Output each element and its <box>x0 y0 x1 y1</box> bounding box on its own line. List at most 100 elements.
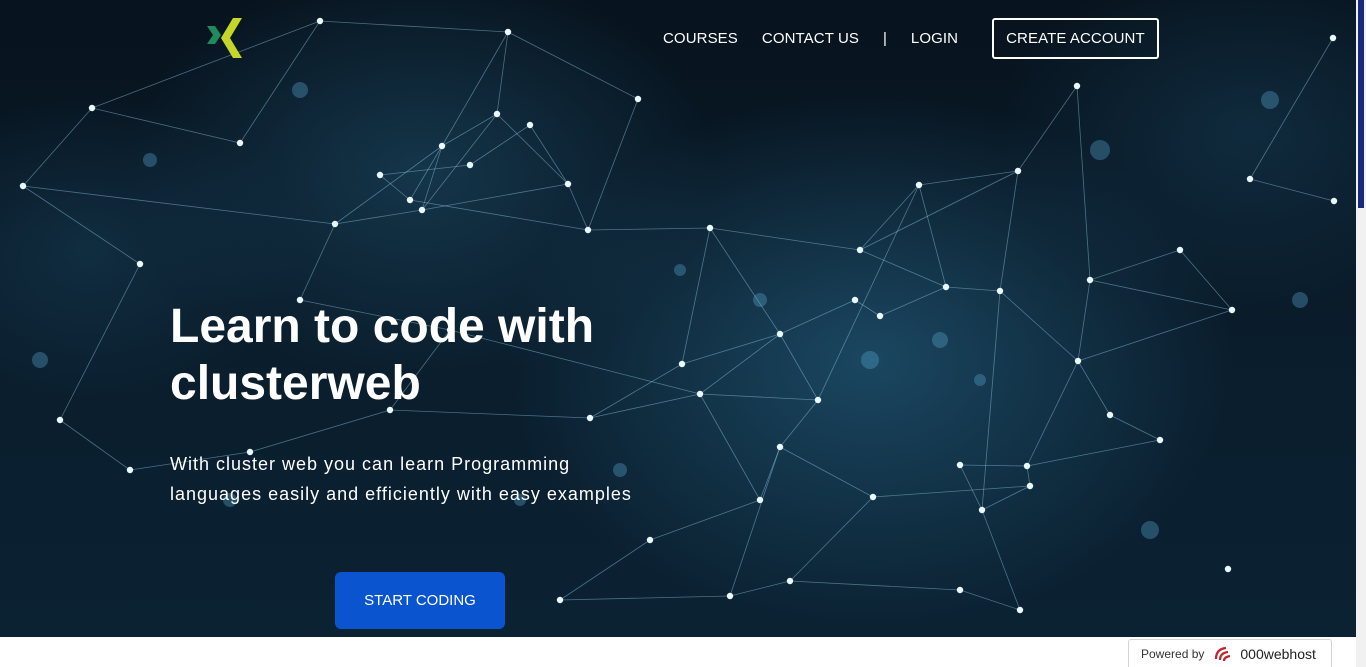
nav-login-link[interactable]: LOGIN <box>911 30 958 47</box>
network-line <box>22 107 93 187</box>
network-line <box>1089 279 1233 311</box>
nav-courses-link[interactable]: COURSES <box>663 30 738 47</box>
network-line <box>91 107 241 144</box>
network-node <box>126 466 134 474</box>
network-node <box>696 390 704 398</box>
network-node <box>1228 306 1236 314</box>
network-line <box>22 185 336 225</box>
blurred-node <box>861 351 879 369</box>
network-line <box>699 333 781 395</box>
network-node <box>1026 482 1034 490</box>
network-node <box>56 416 64 424</box>
scrollbar-thumb[interactable] <box>1358 0 1364 208</box>
network-node <box>1074 357 1082 365</box>
hero-headline: Learn to code with clusterweb <box>170 300 595 410</box>
network-line <box>789 496 874 582</box>
network-line <box>379 164 471 176</box>
network-node <box>376 171 384 179</box>
network-node <box>726 592 734 600</box>
powered-by-badge[interactable]: Powered by 000webhost <box>1128 639 1332 667</box>
network-line <box>918 184 947 288</box>
network-node <box>851 296 859 304</box>
network-line <box>945 286 1001 292</box>
network-line <box>699 393 761 501</box>
blurred-node <box>1261 91 1279 109</box>
network-line <box>1017 85 1078 172</box>
network-node <box>331 220 339 228</box>
network-line <box>496 31 509 115</box>
network-line <box>779 299 856 335</box>
network-line <box>779 399 819 448</box>
network-line <box>709 227 781 335</box>
network-line <box>441 113 498 147</box>
network-line <box>587 98 639 231</box>
network-line <box>1089 249 1181 281</box>
network-line <box>59 263 141 421</box>
network-node <box>1176 246 1184 254</box>
network-node <box>978 506 986 514</box>
nav-contact-link[interactable]: CONTACT US <box>762 30 859 47</box>
blurred-node <box>1141 521 1159 539</box>
network-node <box>856 246 864 254</box>
network-line <box>699 393 819 401</box>
nav-separator: | <box>883 29 887 47</box>
network-line <box>249 409 391 453</box>
network-node <box>526 121 534 129</box>
top-nav: COURSES CONTACT US | LOGIN CREATE ACCOUN… <box>663 17 1159 59</box>
network-line <box>859 184 920 251</box>
network-line <box>729 446 781 597</box>
powered-by-label: Powered by <box>1141 646 1205 661</box>
network-node <box>136 260 144 268</box>
network-line <box>587 227 711 231</box>
network-line <box>559 595 731 601</box>
network-line <box>729 580 791 597</box>
network-line <box>981 485 1031 511</box>
network-line <box>421 145 443 211</box>
network-node <box>564 180 572 188</box>
network-node <box>1246 175 1254 183</box>
network-line <box>999 170 1019 292</box>
network-node <box>1016 606 1024 614</box>
network-line <box>1249 37 1334 180</box>
network-node <box>1106 411 1114 419</box>
network-line <box>681 333 781 365</box>
network-line <box>1076 85 1091 281</box>
network-line <box>999 290 1079 362</box>
network-line <box>859 170 1019 251</box>
network-node <box>776 443 784 451</box>
network-node <box>776 330 784 338</box>
network-line <box>1077 279 1091 362</box>
logo-icon[interactable] <box>205 18 245 60</box>
000webhost-logo-icon <box>1215 646 1231 661</box>
network-line <box>559 539 651 601</box>
network-node <box>504 28 512 36</box>
network-line <box>59 419 131 471</box>
network-line <box>567 183 589 231</box>
start-coding-button[interactable]: START CODING <box>335 572 505 629</box>
network-line <box>872 485 1031 498</box>
network-node <box>406 196 414 204</box>
network-line <box>959 464 983 511</box>
page-scrollbar[interactable] <box>1356 0 1366 667</box>
network-node <box>634 95 642 103</box>
network-line <box>239 20 321 144</box>
network-node <box>493 110 501 118</box>
network-node <box>956 586 964 594</box>
network-line <box>959 464 1028 467</box>
network-line <box>779 333 819 401</box>
network-line <box>1249 178 1335 202</box>
network-node <box>814 396 822 404</box>
blurred-node <box>974 374 986 386</box>
network-line <box>981 509 1021 611</box>
network-node <box>996 287 1004 295</box>
blurred-node <box>292 82 308 98</box>
network-node <box>646 536 654 544</box>
network-line <box>759 446 781 501</box>
create-account-button[interactable]: CREATE ACCOUNT <box>992 17 1159 59</box>
network-line <box>1109 414 1161 441</box>
page: COURSES CONTACT US | LOGIN CREATE ACCOUN… <box>0 0 1366 667</box>
network-line <box>319 20 509 33</box>
network-line <box>299 223 336 301</box>
network-node <box>942 283 950 291</box>
network-line <box>879 286 947 317</box>
